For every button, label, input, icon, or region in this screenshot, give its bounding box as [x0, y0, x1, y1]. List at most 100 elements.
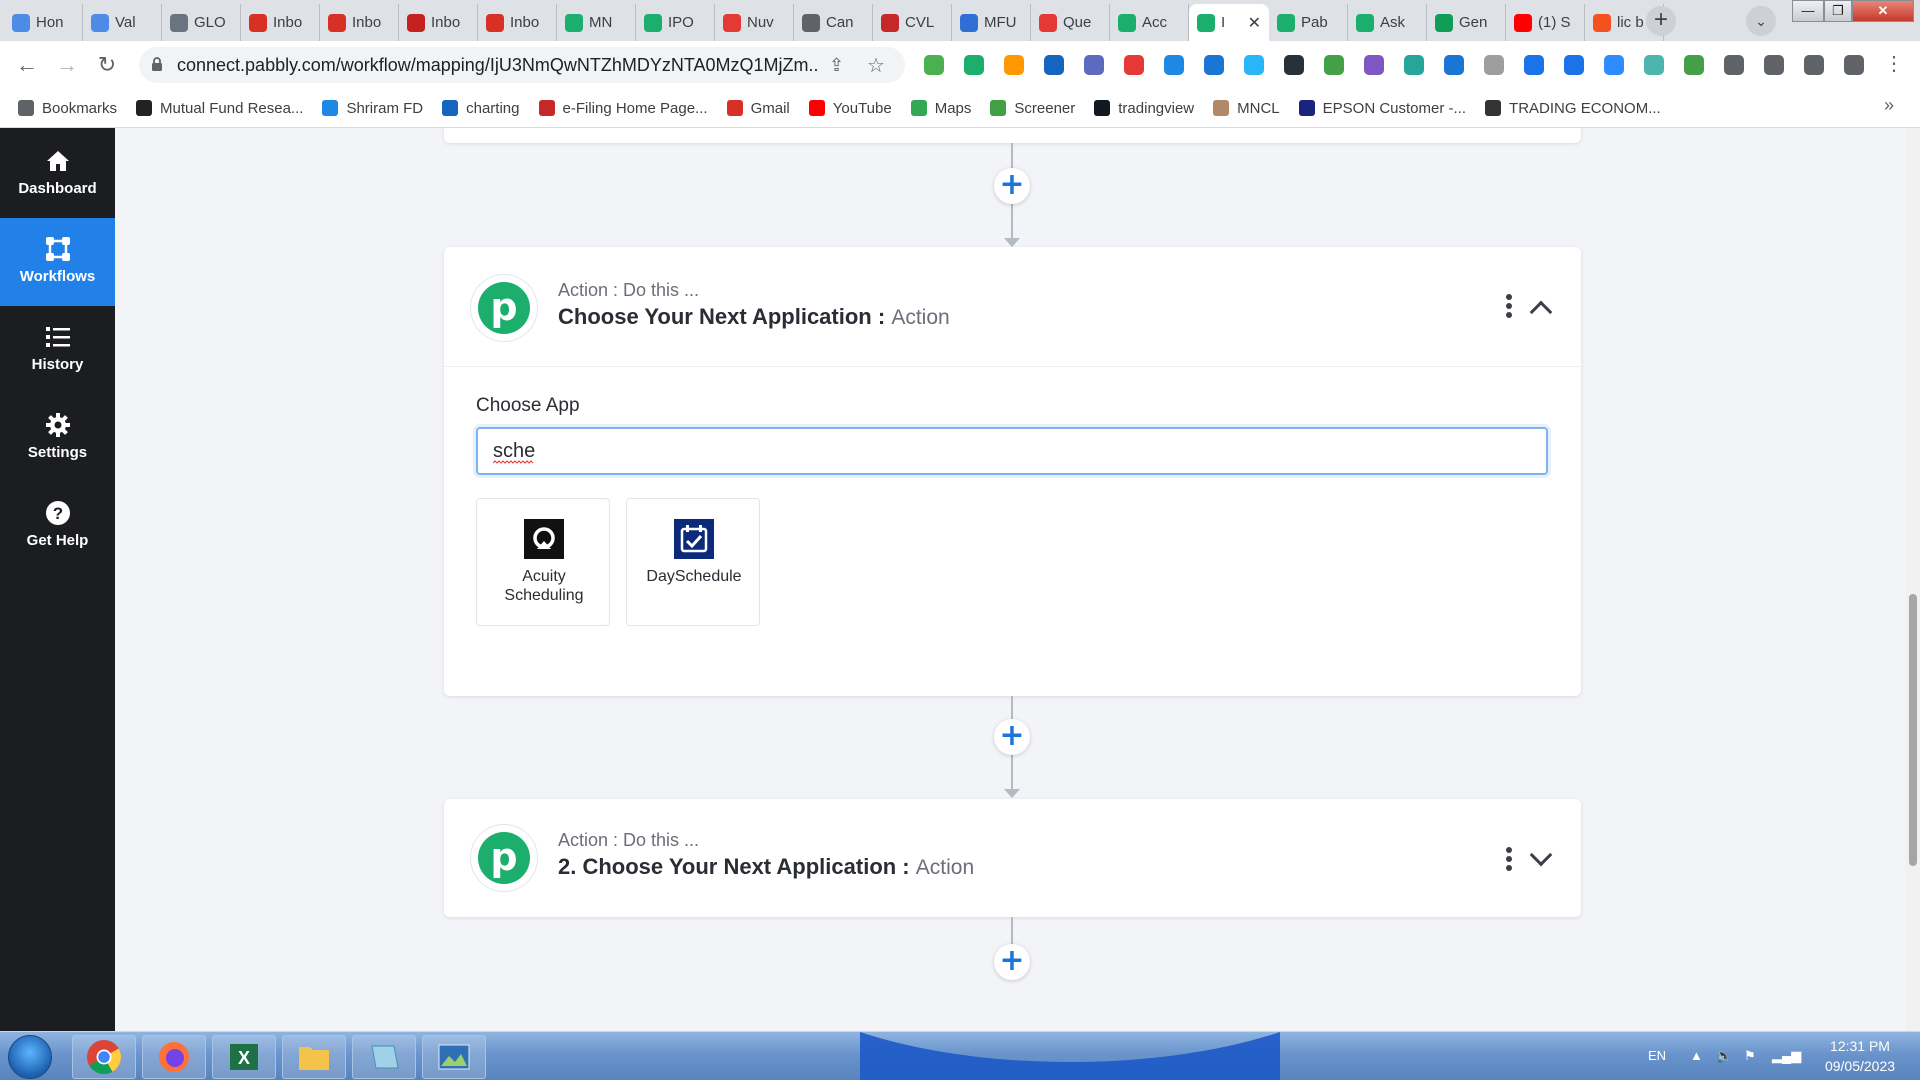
- forward-arrow-icon[interactable]: →: [51, 49, 83, 81]
- taskbar-excel[interactable]: X: [212, 1035, 276, 1079]
- close-window-button[interactable]: ✕: [1852, 0, 1914, 22]
- tab[interactable]: (1) S: [1506, 4, 1585, 41]
- bookmark-item[interactable]: TRADING ECONOM...: [1485, 96, 1661, 120]
- tab[interactable]: Pab: [1269, 4, 1348, 41]
- extension-icon[interactable]: [1320, 51, 1348, 79]
- sidebar-item-workflows[interactable]: Workflows: [0, 218, 115, 306]
- maximize-button[interactable]: ❐: [1824, 0, 1852, 22]
- bookmark-star-icon[interactable]: ☆: [867, 53, 885, 78]
- extension-icon[interactable]: [1280, 51, 1308, 79]
- bookmark-item[interactable]: charting: [442, 96, 520, 120]
- step-title[interactable]: Choose Your Next Application : Action: [558, 304, 950, 330]
- share-icon[interactable]: ⇪: [829, 55, 844, 76]
- tab[interactable]: Inbo: [241, 4, 320, 41]
- new-tab-button[interactable]: +: [1646, 6, 1676, 36]
- back-arrow-icon[interactable]: ←: [11, 49, 43, 81]
- extension-icon[interactable]: [1520, 51, 1548, 79]
- extension-icon[interactable]: [1200, 51, 1228, 79]
- tab[interactable]: Ask: [1348, 4, 1427, 41]
- extension-icon[interactable]: [1240, 51, 1268, 79]
- tab[interactable]: Inbo: [320, 4, 399, 41]
- extension-icon[interactable]: [920, 51, 948, 79]
- bookmark-item[interactable]: Shriram FD: [322, 96, 423, 120]
- collapse-chevron-up-icon[interactable]: [1529, 300, 1553, 324]
- tab-search-button[interactable]: ⌄: [1746, 6, 1776, 36]
- taskbar-firefox[interactable]: [142, 1035, 206, 1079]
- extension-icon[interactable]: [1680, 51, 1708, 79]
- tab[interactable]: CVL: [873, 4, 952, 41]
- extension-icon[interactable]: [1480, 51, 1508, 79]
- bookmark-item[interactable]: YouTube: [808, 96, 892, 120]
- taskbar-file-explorer[interactable]: [282, 1035, 346, 1079]
- taskbar-app-photos[interactable]: [422, 1035, 486, 1079]
- tab[interactable]: MFU: [952, 4, 1031, 41]
- extension-icon[interactable]: [1760, 51, 1788, 79]
- reload-icon[interactable]: ↻: [91, 49, 123, 81]
- page-scrollbar[interactable]: [1906, 128, 1920, 1031]
- extension-icon[interactable]: [1120, 51, 1148, 79]
- sidebar-item-settings[interactable]: Settings: [0, 394, 115, 482]
- extension-icon[interactable]: [1800, 51, 1828, 79]
- taskbar-app-notes[interactable]: [352, 1035, 416, 1079]
- taskbar-chrome[interactable]: [72, 1035, 136, 1079]
- tab-close-icon[interactable]: ✕: [1248, 13, 1261, 33]
- extension-icon[interactable]: [1720, 51, 1748, 79]
- more-bookmarks-icon[interactable]: »: [1884, 95, 1894, 116]
- add-step-button[interactable]: +: [994, 944, 1030, 980]
- url-text[interactable]: connect.pabbly.com/workflow/mapping/IjU3…: [177, 55, 817, 76]
- address-bar[interactable]: connect.pabbly.com/workflow/mapping/IjU3…: [139, 47, 905, 83]
- app-result-dayschedule[interactable]: DaySchedule: [626, 498, 760, 626]
- app-search-input[interactable]: [476, 427, 1548, 475]
- sidebar-item-get-help[interactable]: ? Get Help: [0, 482, 115, 570]
- extension-icon[interactable]: [1400, 51, 1428, 79]
- bookmark-item[interactable]: Mutual Fund Resea...: [136, 96, 303, 120]
- bookmark-item[interactable]: Gmail: [726, 96, 790, 120]
- extension-icon[interactable]: [1600, 51, 1628, 79]
- network-icon[interactable]: ▂▄▆: [1772, 1048, 1801, 1064]
- tab[interactable]: Nuv: [715, 4, 794, 41]
- sidebar-item-dashboard[interactable]: Dashboard: [0, 130, 115, 218]
- tab[interactable]: Acc: [1110, 4, 1189, 41]
- clock-time[interactable]: 12:31 PM: [1820, 1038, 1900, 1054]
- sidebar-item-history[interactable]: History: [0, 306, 115, 394]
- add-step-button[interactable]: +: [994, 168, 1030, 204]
- previous-step-card[interactable]: [444, 128, 1581, 143]
- tab[interactable]: IPO: [636, 4, 715, 41]
- bookmark-item[interactable]: e-Filing Home Page...: [538, 96, 708, 120]
- tab[interactable]: Inbo: [478, 4, 557, 41]
- tab[interactable]: Val: [83, 4, 162, 41]
- extension-icon[interactable]: [1560, 51, 1588, 79]
- extension-icon[interactable]: [1360, 51, 1388, 79]
- extension-icon[interactable]: [1440, 51, 1468, 79]
- tab[interactable]: Can: [794, 4, 873, 41]
- clock-date[interactable]: 09/05/2023: [1810, 1058, 1910, 1074]
- step-title[interactable]: 2. Choose Your Next Application : Action: [558, 854, 974, 880]
- bookmark-item[interactable]: Maps: [910, 96, 971, 120]
- app-result-acuity-scheduling[interactable]: Acuity Scheduling: [476, 498, 610, 626]
- tab[interactable]: GLO: [162, 4, 241, 41]
- tab[interactable]: Gen: [1427, 4, 1506, 41]
- extension-icon[interactable]: [960, 51, 988, 79]
- extension-icon[interactable]: [1040, 51, 1068, 79]
- tab[interactable]: MN: [557, 4, 636, 41]
- step-options-menu-icon[interactable]: [1506, 294, 1512, 321]
- scrollbar-thumb[interactable]: [1909, 594, 1917, 866]
- add-step-button[interactable]: +: [994, 719, 1030, 755]
- tab[interactable]: Inbo: [399, 4, 478, 41]
- volume-icon[interactable]: 🔈: [1716, 1048, 1732, 1064]
- tab-active[interactable]: I ✕: [1189, 4, 1269, 41]
- minimize-button[interactable]: —: [1792, 0, 1824, 22]
- extension-icon[interactable]: [1840, 51, 1868, 79]
- bookmarks-folder[interactable]: Bookmarks: [18, 96, 117, 120]
- extension-icon[interactable]: [1000, 51, 1028, 79]
- bookmark-item[interactable]: MNCL: [1213, 96, 1280, 120]
- extension-icon[interactable]: [1160, 51, 1188, 79]
- action-center-flag-icon[interactable]: ⚑: [1744, 1048, 1756, 1064]
- extension-icon[interactable]: [1080, 51, 1108, 79]
- action-step-card-2[interactable]: p Action : Do this ... 2. Choose Your Ne…: [444, 799, 1581, 917]
- bookmark-item[interactable]: tradingview: [1094, 96, 1194, 120]
- show-hidden-icons-icon[interactable]: ▲: [1690, 1048, 1703, 1063]
- tab[interactable]: Hon: [4, 4, 83, 41]
- step-options-menu-icon[interactable]: [1506, 847, 1512, 874]
- language-indicator[interactable]: EN: [1648, 1048, 1666, 1063]
